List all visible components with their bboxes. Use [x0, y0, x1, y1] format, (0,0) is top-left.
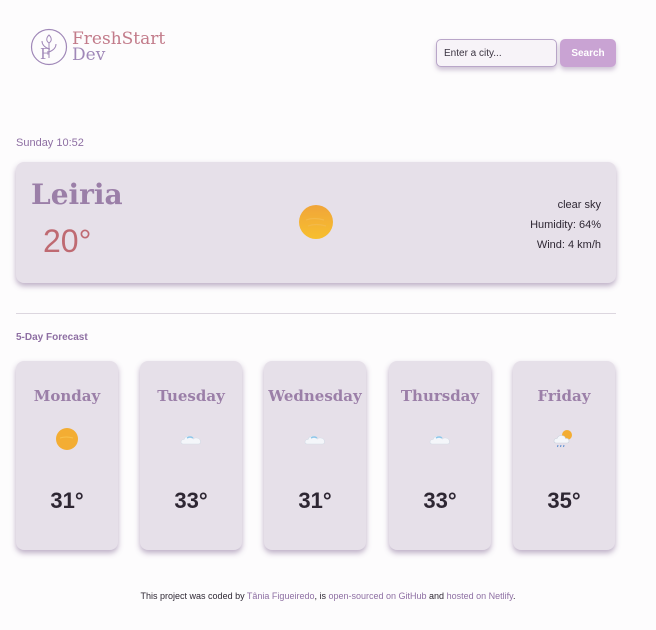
header: F FreshStart Dev Search [0, 0, 656, 100]
search-form: Search [436, 39, 616, 67]
sun-cloud-rain-icon [553, 430, 572, 448]
forecast-temperature: 31° [50, 488, 84, 513]
city-search-input[interactable] [436, 39, 557, 67]
forecast-card-thursday: Thursday 33° [389, 361, 491, 550]
netlify-link[interactable]: hosted on Netlify [447, 591, 513, 601]
logo-subtitle: Dev [72, 45, 106, 65]
divider [16, 313, 616, 314]
forecast-temperature: 33° [174, 488, 208, 513]
forecast-day-name: Friday [537, 387, 591, 405]
forecast-title: 5-Day Forecast [16, 332, 88, 343]
sun-icon [299, 205, 333, 239]
forecast-day-name: Thursday [400, 387, 480, 405]
cloud-icon [429, 435, 450, 445]
current-weather-card: Leiria 20° clear sky Humidity: 64% Wind:… [16, 162, 616, 283]
humidity: Humidity: 64% [530, 219, 601, 231]
forecast-card-friday: Friday 35° [513, 361, 615, 550]
footer: This project was coded by Tânia Figueire… [140, 591, 516, 601]
cloud-icon [304, 435, 325, 445]
search-button[interactable]: Search [560, 39, 616, 67]
forecast-card-monday: Monday 31° [16, 361, 118, 550]
forecast-day-name: Tuesday [157, 387, 225, 405]
forecast-temperature: 35° [547, 488, 581, 513]
sun-icon [56, 428, 78, 450]
svg-text:F: F [40, 45, 50, 63]
forecast-day-name: Wednesday [268, 387, 362, 405]
weather-description: clear sky [557, 199, 601, 211]
logo[interactable]: F FreshStart Dev [30, 28, 165, 66]
github-link[interactable]: open-sourced on GitHub [328, 591, 426, 601]
weather-details: clear sky Humidity: 64% Wind: 4 km/h [530, 195, 601, 255]
logo-mark-icon: F [30, 28, 68, 66]
current-temperature: 20° [43, 223, 92, 259]
forecast-temperature: 31° [298, 488, 332, 513]
forecast-temperature: 33° [423, 488, 457, 513]
cloud-icon [180, 435, 201, 445]
city-name: Leiria [31, 178, 123, 211]
wind-speed: Wind: 4 km/h [536, 239, 601, 251]
forecast-card-wednesday: Wednesday 31° [264, 361, 366, 550]
forecast-day-name: Monday [33, 387, 101, 405]
current-datetime: Sunday 10:52 [16, 137, 84, 149]
forecast-card-tuesday: Tuesday 33° [140, 361, 242, 550]
author-link[interactable]: Tânia Figueiredo [247, 591, 315, 601]
